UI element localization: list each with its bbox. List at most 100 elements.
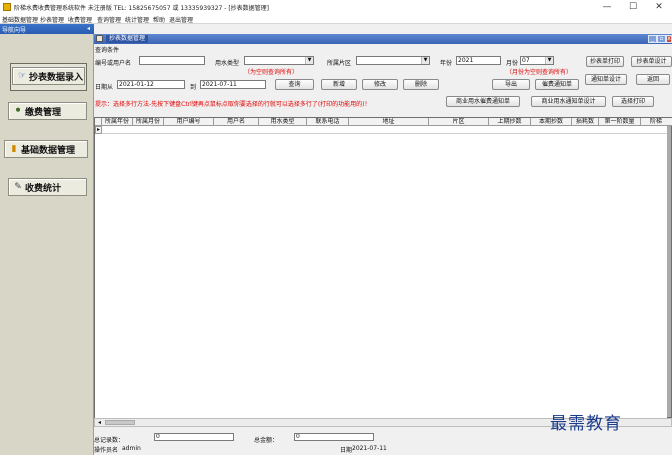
- col-user-no[interactable]: 用户编号: [164, 118, 214, 126]
- nav-panel: ☞ 抄表数据录入 ⚫ 缴费管理 ▮ 基础数据管理 ✎ 收费统计: [0, 34, 94, 455]
- nav-collapse-icon[interactable]: ◂: [87, 25, 90, 32]
- add-button[interactable]: 新增: [321, 79, 357, 90]
- record-count-field: 0: [154, 433, 234, 441]
- col-phone[interactable]: 联系电话: [307, 118, 349, 126]
- select-print-button[interactable]: 选择打印: [612, 96, 654, 107]
- edit-button[interactable]: 修改: [362, 79, 398, 90]
- query-group-title: 查询条件: [95, 47, 120, 54]
- month-hint: （月份为空则查询所有）: [506, 69, 573, 76]
- water-type-select[interactable]: ▼: [244, 56, 314, 65]
- query-button[interactable]: 查询: [275, 79, 314, 90]
- delete-button[interactable]: 删除: [403, 79, 439, 90]
- nav-item-label: 基础数据管理: [21, 145, 76, 156]
- window-title: 阶梯水费收费管理系统软件 未注册版 TEL: 15825675057 或 133…: [14, 5, 270, 12]
- col-address[interactable]: 地址: [349, 118, 429, 126]
- menu-charging[interactable]: 收费管理: [68, 15, 92, 24]
- biz-fee-notice-button[interactable]: 商业用水催费通知单: [446, 96, 520, 107]
- col-tier1-qty[interactable]: 第一阶数量: [599, 118, 641, 126]
- col-current-reading[interactable]: 本期抄数: [531, 118, 572, 126]
- chart-icon: ✎: [14, 182, 22, 192]
- operator-label: 操作员名: [94, 447, 119, 454]
- print-meter-button[interactable]: 抄表单打印: [586, 56, 624, 67]
- col-user-name[interactable]: 用户名: [214, 118, 259, 126]
- nav-header-label: 导航向导: [2, 27, 27, 34]
- minimize-button[interactable]: —: [594, 0, 620, 14]
- record-count-label: 总记录数：: [94, 437, 125, 444]
- date-value: 2021-07-11: [352, 445, 387, 452]
- water-type-label: 用水类型: [215, 60, 240, 67]
- scroll-thumb[interactable]: [105, 420, 135, 425]
- no-or-name-input[interactable]: [139, 56, 205, 65]
- col-loss[interactable]: 损耗数: [572, 118, 599, 126]
- fee-notice-button[interactable]: 催费通知单: [535, 79, 579, 90]
- nav-item-basic-data[interactable]: ▮ 基础数据管理: [4, 140, 88, 158]
- col-water-type[interactable]: 用水类型: [259, 118, 307, 126]
- total-amount-label: 总金额：: [254, 437, 279, 444]
- grid-body: [95, 118, 667, 423]
- child-close-button[interactable]: x: [666, 35, 672, 43]
- month-select[interactable]: 07 ▼: [520, 56, 554, 65]
- date-from-input[interactable]: 2021-01-12: [117, 80, 185, 89]
- menu-query[interactable]: 查询管理: [97, 15, 121, 24]
- menu-exit[interactable]: 退出管理: [169, 15, 193, 24]
- total-amount-field: 0: [294, 433, 374, 441]
- back-button[interactable]: 返回: [636, 74, 670, 85]
- operator-value: admin: [122, 445, 141, 452]
- nav-item-fee-stats[interactable]: ✎ 收费统计: [8, 178, 87, 196]
- year-input[interactable]: 2021: [456, 56, 501, 65]
- col-month[interactable]: 所属月份: [133, 118, 164, 126]
- col-last-reading[interactable]: 上期抄数: [489, 118, 531, 126]
- watermark-text: 最需教育: [550, 414, 622, 434]
- nav-item-label: 收费统计: [25, 183, 62, 194]
- grid-corner: [95, 118, 102, 126]
- month-label: 月份: [506, 60, 519, 67]
- table-row[interactable]: [102, 126, 667, 134]
- child-system-icon[interactable]: [96, 35, 103, 42]
- database-icon: ▮: [11, 144, 17, 154]
- child-maximize-button[interactable]: ▫: [657, 35, 666, 43]
- multi-select-tip: 提示：选择多行方法-先按下键盘Ctrl键再点鼠标点取你要选择的行就可以选择多行了…: [95, 101, 371, 108]
- nav-item-label: 缴费管理: [25, 107, 62, 118]
- chevron-down-icon[interactable]: ▼: [545, 57, 553, 64]
- date-to-input[interactable]: 2021-07-11: [200, 80, 266, 89]
- menu-meter-reading[interactable]: 抄表管理: [40, 15, 64, 24]
- menubar: 基础数据管理 抄表管理 收费管理 查询管理 统计管理 帮助 退出管理: [0, 14, 672, 24]
- biz-notice-setup-button[interactable]: 商业用水通知单设计: [531, 96, 606, 107]
- date-to-label: 到: [190, 84, 197, 91]
- water-type-hint: （为空则查询所有）: [244, 69, 299, 76]
- grid-header: 所属年份 所属月份 用户编号 用户名 用水类型 联系电话 地址 片区 上期抄数 …: [95, 118, 672, 126]
- chevron-down-icon[interactable]: ▼: [305, 57, 313, 64]
- data-grid[interactable]: 所属年份 所属月份 用户编号 用户名 用水类型 联系电话 地址 片区 上期抄数 …: [94, 117, 672, 423]
- no-or-name-label: 编号或用户名: [95, 60, 132, 67]
- money-bag-icon: ⚫: [14, 106, 22, 116]
- menu-help[interactable]: 帮助: [153, 15, 165, 24]
- close-button[interactable]: ✕: [646, 0, 672, 14]
- notice-setup-button[interactable]: 通知单设计: [585, 74, 627, 85]
- area-label: 所属片区: [327, 60, 352, 67]
- row-indicator-icon[interactable]: ▸: [95, 126, 102, 134]
- window-titlebar[interactable]: 阶梯水费收费管理系统软件 未注册版 TEL: 15825675057 或 133…: [0, 0, 672, 14]
- area-select[interactable]: ▼: [356, 56, 430, 65]
- tab-meter-data[interactable]: 抄表数据管理: [106, 35, 149, 43]
- col-year[interactable]: 所属年份: [102, 118, 133, 126]
- export-button[interactable]: 导出: [492, 79, 530, 90]
- menu-basic-data[interactable]: 基础数据管理: [2, 15, 38, 24]
- nav-item-label: 抄表数据录入: [29, 72, 84, 83]
- meter-setup-button[interactable]: 抄表单设计: [631, 56, 672, 67]
- query-panel: 查询条件 编号或用户名 用水类型 ▼ （为空则查询所有） 所属片区 ▼ 年份 2…: [94, 44, 672, 117]
- col-area[interactable]: 片区: [429, 118, 489, 126]
- menu-statistics[interactable]: 统计管理: [125, 15, 149, 24]
- child-window-titlebar[interactable]: 抄表数据管理 _ ▫ x: [94, 34, 672, 44]
- year-label: 年份: [440, 60, 453, 67]
- child-minimize-button[interactable]: _: [648, 35, 657, 43]
- maximize-button[interactable]: ☐: [620, 0, 646, 14]
- nav-item-payment[interactable]: ⚫ 缴费管理: [8, 102, 87, 120]
- date-label: 日期: [340, 447, 353, 454]
- date-from-label: 日期从: [95, 84, 114, 91]
- col-tier[interactable]: 阶梯: [641, 118, 671, 126]
- app-icon: [3, 3, 11, 11]
- nav-header: 导航向导 ◂: [0, 24, 94, 34]
- nav-item-meter-entry[interactable]: ☞ 抄表数据录入: [12, 67, 85, 85]
- chevron-down-icon[interactable]: ▼: [421, 57, 429, 64]
- scroll-left-icon[interactable]: ◂: [95, 419, 104, 426]
